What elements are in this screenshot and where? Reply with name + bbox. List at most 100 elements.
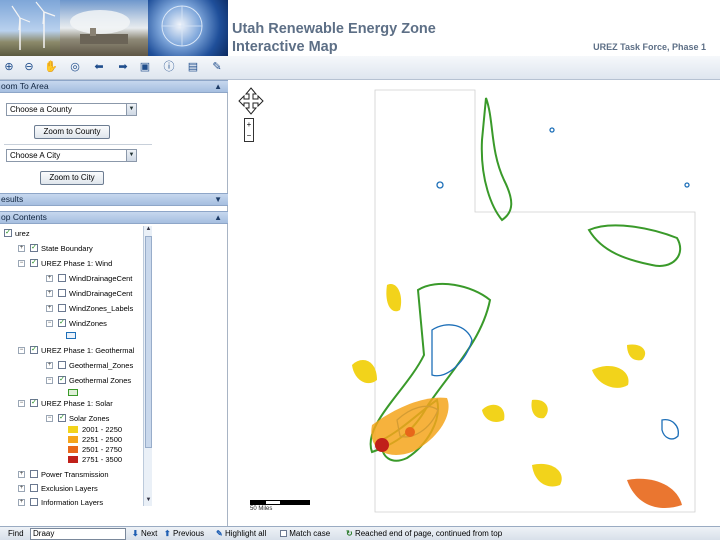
checkbox[interactable]: ✓ xyxy=(58,319,66,327)
find-label: Find xyxy=(8,529,24,538)
print-icon[interactable]: ▤ xyxy=(186,60,200,74)
legend-label: 2751 - 3500 xyxy=(82,455,123,464)
checkbox[interactable] xyxy=(58,304,66,312)
toc-item-label: WindZones_Labels xyxy=(69,304,134,313)
scroll-up-icon[interactable]: ▲ xyxy=(144,226,153,235)
highlight-all-button[interactable]: ✎ Highlight all xyxy=(216,527,266,540)
city-select[interactable]: Choose A City ▼ xyxy=(6,149,137,162)
toc-item-label: Power Transmission xyxy=(41,470,109,479)
find-status-text: Reached end of page, continued from top xyxy=(354,529,503,538)
toc-item-label: WindDrainageCent xyxy=(69,289,133,298)
highlight-all-label: Highlight all xyxy=(224,529,267,538)
pan-hand-icon[interactable]: ✋ xyxy=(44,60,58,74)
checkbox[interactable]: ✓ xyxy=(4,229,12,237)
find-next-label: Next xyxy=(140,529,158,538)
find-next-button[interactable]: ⬇ Next xyxy=(132,527,157,540)
solar-class-2-swatch xyxy=(68,436,78,443)
geo-spot xyxy=(549,127,555,133)
zoom-out-icon[interactable]: ⊖ xyxy=(22,60,36,74)
identify-icon[interactable]: ▣ xyxy=(138,60,152,74)
app-window: Utah Renewable Energy Zone Interactive M… xyxy=(0,0,720,540)
highlighter-icon: ✎ xyxy=(216,529,223,538)
expand-icon[interactable]: + xyxy=(18,499,25,506)
checkbox[interactable]: ✓ xyxy=(30,346,38,354)
zoom-to-city-button[interactable]: Zoom to City xyxy=(40,171,104,185)
find-previous-button[interactable]: ⬆ Previous xyxy=(164,527,204,540)
collapse-icon[interactable]: − xyxy=(46,415,53,422)
toc-item-label: Exclusion Layers xyxy=(41,484,98,493)
match-case-label: Match case xyxy=(289,529,331,538)
expand-icon[interactable]: + xyxy=(46,305,53,312)
checkbox[interactable]: ✓ xyxy=(58,376,66,384)
toc-item-label: Information Layers xyxy=(41,498,104,506)
checkbox[interactable]: ✓ xyxy=(58,414,66,422)
checkbox[interactable] xyxy=(30,498,38,506)
scroll-down-icon[interactable]: ▼ xyxy=(144,497,153,506)
scale-bar-graphic xyxy=(250,500,310,505)
chevron-down-icon[interactable]: ▼ xyxy=(126,150,136,161)
zoom-in-icon[interactable]: ⊕ xyxy=(2,60,16,74)
checkbox[interactable] xyxy=(58,274,66,282)
left-panel: oom To Area ▲ Choose a County ▼ Zoom to … xyxy=(0,80,228,526)
chevron-down-icon[interactable]: ▼ xyxy=(126,104,136,115)
wind-zone-swatch xyxy=(66,332,76,339)
checkbox[interactable]: ✓ xyxy=(30,244,38,252)
map-canvas[interactable]: + − 50 Miles xyxy=(232,80,720,526)
results-header[interactable]: esults ▼ xyxy=(0,193,228,206)
match-case-checkbox[interactable]: Match case xyxy=(280,527,330,540)
solar-zone xyxy=(352,360,377,384)
collapse-icon[interactable]: − xyxy=(18,260,25,267)
expand-icon[interactable]: + xyxy=(46,362,53,369)
info-icon[interactable]: ⓘ xyxy=(162,60,176,74)
collapse-icon[interactable]: − xyxy=(46,320,53,327)
toc-root-label: urez xyxy=(15,229,30,238)
checkbox[interactable] xyxy=(30,484,38,492)
toc-header[interactable]: op Contents ▲ xyxy=(0,211,228,224)
pan-control[interactable] xyxy=(238,87,264,115)
utah-map xyxy=(352,89,696,513)
zoom-to-area-header[interactable]: oom To Area ▲ xyxy=(0,80,228,93)
back-arrow-icon[interactable]: ⬅ xyxy=(92,60,106,74)
scale-bar: 50 Miles xyxy=(250,500,310,512)
expand-icon[interactable]: + xyxy=(46,290,53,297)
geothermal-steam-icon xyxy=(70,10,130,44)
toc-scrollbar[interactable]: ▲ ▼ xyxy=(143,226,152,506)
expand-icon[interactable]: + xyxy=(18,245,25,252)
expand-icon[interactable]: + xyxy=(46,275,53,282)
toc-item-label: UREZ Phase 1: Solar xyxy=(41,399,113,408)
arrow-down-icon: ⬇ xyxy=(132,529,139,538)
collapse-chevron-icon[interactable]: ▲ xyxy=(214,212,222,223)
checkbox[interactable] xyxy=(58,361,66,369)
checkbox[interactable] xyxy=(280,530,287,537)
collapse-icon[interactable]: − xyxy=(18,400,25,407)
zoom-in-icon[interactable]: + xyxy=(245,119,253,130)
checkbox[interactable] xyxy=(58,289,66,297)
toc-title: op Contents xyxy=(1,212,47,222)
expand-icon[interactable]: + xyxy=(18,471,25,478)
expand-icon[interactable]: + xyxy=(18,485,25,492)
solar-panel-photo xyxy=(148,0,228,56)
zoom-out-icon[interactable]: − xyxy=(245,130,253,141)
globe-icon[interactable]: ◎ xyxy=(68,60,82,74)
checkbox[interactable] xyxy=(30,470,38,478)
app-title: Utah Renewable Energy Zone Interactive M… xyxy=(232,21,436,55)
collapse-icon[interactable]: − xyxy=(18,347,25,354)
collapse-chevron-icon[interactable]: ▼ xyxy=(214,194,222,205)
checkbox[interactable]: ✓ xyxy=(30,259,38,267)
zoom-slider[interactable]: + − xyxy=(244,118,254,142)
toc-item-label: UREZ Phase 1: Wind xyxy=(41,259,113,268)
county-select[interactable]: Choose a County ▼ xyxy=(6,103,137,116)
collapse-icon[interactable]: − xyxy=(46,377,53,384)
toc-item-label: State Boundary xyxy=(41,244,93,253)
export-icon[interactable]: ✎ xyxy=(210,60,224,74)
forward-arrow-icon[interactable]: ➡ xyxy=(116,60,130,74)
solar-dish-icon xyxy=(161,5,203,47)
checkbox[interactable]: ✓ xyxy=(30,399,38,407)
wind-zone-north xyxy=(480,97,513,222)
collapse-chevron-icon[interactable]: ▲ xyxy=(214,81,222,92)
scrollbar-thumb[interactable] xyxy=(145,236,152,448)
zoom-to-county-button[interactable]: Zoom to County xyxy=(34,125,110,139)
results-title: esults xyxy=(1,194,24,204)
find-input[interactable]: Draay xyxy=(30,528,126,540)
layer-tree: ✓ urez + ✓ State Boundary − ✓ UREZ Phase… xyxy=(0,226,152,506)
